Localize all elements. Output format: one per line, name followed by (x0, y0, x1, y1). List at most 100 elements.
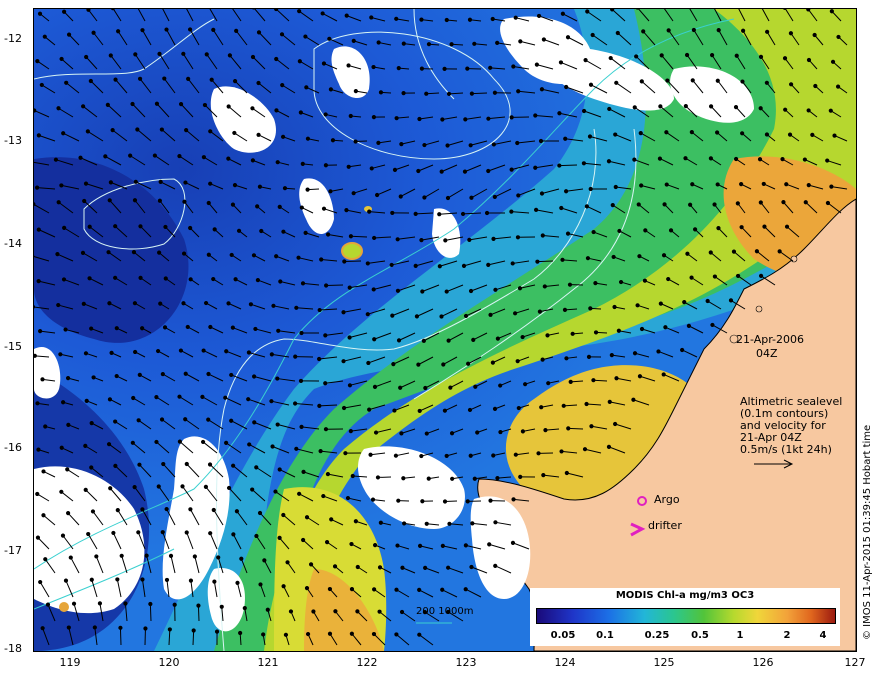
velocity-arrowhead (344, 13, 349, 18)
velocity-arrowhead (467, 407, 473, 413)
velocity-arrowhead (201, 155, 206, 160)
velocity-arrowhead (208, 324, 213, 330)
velocity-arrowhead (64, 80, 69, 85)
velocity-arrowhead (813, 83, 818, 89)
velocity-arrowhead (299, 424, 304, 430)
velocity-arrowhead (758, 200, 763, 205)
velocity-arrowhead (498, 383, 503, 388)
velocity-arrowhead (664, 130, 669, 135)
x-axis-label: 120 (158, 656, 180, 669)
velocity-arrowhead (280, 134, 286, 139)
velocity-arrowhead (741, 28, 746, 33)
velocity-arrowhead (540, 357, 545, 362)
velocity-arrowhead (612, 304, 617, 310)
velocity-arrowhead (87, 224, 92, 229)
velocity-arrowhead (708, 156, 713, 161)
velocity-arrowhead (299, 330, 304, 336)
velocity-arrowhead (304, 85, 309, 90)
map-area[interactable] (33, 8, 857, 652)
velocity-arrowhead (371, 631, 377, 637)
velocity-arrowhead (416, 168, 421, 174)
velocity-arrowhead (689, 130, 694, 135)
velocity-arrowhead (62, 9, 67, 14)
velocity-arrowhead (119, 553, 124, 558)
velocity-arrowhead (206, 200, 211, 206)
velocity-arrowhead (661, 253, 667, 258)
velocity-arrowhead (136, 530, 141, 535)
velocity-arrowhead (81, 104, 86, 109)
velocity-arrowhead (157, 250, 162, 255)
legend-line: 0.5m/s (1kt 24h) (740, 443, 832, 456)
velocity-arrowhead (509, 209, 514, 214)
velocity-arrowhead (214, 629, 220, 634)
velocity-arrowhead (373, 430, 379, 435)
velocity-arrowhead (520, 429, 526, 434)
velocity-arrowhead (261, 632, 266, 637)
velocity-arrowhead (92, 625, 97, 630)
velocity-arrowhead (246, 350, 252, 355)
velocity-arrowhead (588, 82, 594, 87)
velocity-arrowhead (780, 157, 785, 162)
velocity-arrowhead (365, 261, 370, 266)
velocity-arrowhead (154, 101, 160, 106)
velocity-arrowhead (53, 157, 59, 162)
velocity-arrowhead (376, 40, 381, 45)
velocity-arrowhead (398, 194, 403, 199)
velocity-arrowhead (236, 228, 242, 233)
velocity-arrowhead (486, 168, 491, 174)
velocity-arrowhead (163, 276, 168, 281)
velocity-arrowhead (138, 224, 143, 229)
velocity-arrowhead (491, 142, 496, 147)
velocity-arrowhead (372, 587, 377, 592)
velocity-arrowhead (515, 359, 520, 364)
velocity-arrowhead (520, 334, 525, 340)
velocity-arrowhead (294, 305, 299, 310)
velocity-arrowhead (232, 130, 237, 136)
velocity-arrowhead (511, 64, 516, 69)
velocity-arrowhead (299, 205, 304, 210)
velocity-arrowhead (664, 182, 669, 187)
colorbar-tick: 0.05 (550, 630, 576, 641)
velocity-arrowhead (393, 453, 399, 458)
velocity-arrowhead (658, 301, 663, 306)
velocity-arrowhead (274, 9, 279, 12)
velocity-arrowhead (327, 631, 333, 636)
velocity-arrowhead (296, 255, 301, 260)
velocity-arrowhead (781, 200, 786, 205)
velocity-arrowhead (202, 102, 208, 108)
velocity-arrowhead (167, 627, 172, 632)
velocity-arrowhead (232, 79, 238, 84)
velocity-arrowhead (285, 560, 290, 565)
velocity-arrowhead (715, 182, 720, 187)
velocity-arrowhead (426, 476, 431, 481)
velocity-arrowhead (196, 603, 201, 608)
velocity-arrowhead (279, 32, 285, 37)
velocity-arrowhead (348, 429, 353, 434)
velocity-arrowhead (274, 56, 279, 62)
velocity-arrowhead (469, 91, 474, 96)
x-axis-label: 126 (752, 656, 774, 669)
velocity-arrowhead (422, 142, 427, 148)
velocity-arrowhead (437, 264, 442, 269)
velocity-arrowhead (510, 261, 515, 266)
velocity-arrowhead (355, 564, 360, 570)
velocity-arrowhead (585, 256, 591, 261)
velocity-arrowhead (632, 105, 637, 110)
velocity-arrowhead (377, 609, 382, 614)
velocity-arrowhead (278, 279, 283, 284)
velocity-arrow (197, 605, 200, 622)
velocity-arrowhead (446, 338, 451, 343)
velocity-arrowhead (710, 322, 715, 328)
velocity-arrowhead (391, 362, 396, 367)
velocity-arrowhead (402, 521, 407, 526)
velocity-arrowhead (250, 54, 256, 60)
velocity-arrowhead (255, 277, 261, 283)
velocity-arrow (119, 627, 122, 646)
velocity-arrowhead (184, 461, 189, 467)
velocity-arrowhead (281, 229, 286, 234)
velocity-arrowhead (637, 254, 642, 259)
velocity-arrowhead (200, 439, 206, 445)
velocity-arrowhead (201, 348, 206, 353)
velocity-arrowhead (351, 38, 356, 43)
velocity-arrowhead (439, 169, 444, 174)
